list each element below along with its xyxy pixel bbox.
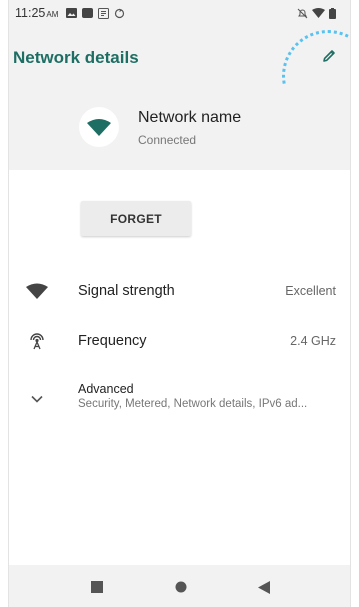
sync-notification-icon — [115, 8, 125, 18]
frequency-label: Frequency — [78, 333, 147, 349]
status-bar: 11:25AM — [9, 0, 350, 26]
pencil-icon — [323, 50, 335, 62]
advanced-label: Advanced — [78, 382, 134, 396]
signal-strength-row: Signal strength Excellent — [9, 271, 350, 311]
recents-button[interactable] — [86, 576, 108, 598]
wifi-status-icon — [312, 8, 325, 18]
network-avatar — [79, 107, 119, 147]
home-button[interactable] — [170, 576, 192, 598]
navigation-bar — [9, 565, 350, 607]
system-icons — [297, 7, 344, 19]
edit-button[interactable] — [311, 38, 347, 74]
device-screen: 11:25AM Network details Network name Con… — [8, 0, 351, 607]
status-ampm: AM — [46, 10, 59, 19]
signal-strength-label: Signal strength — [78, 283, 175, 299]
network-header: Network name Connected — [9, 84, 350, 170]
mute-icon — [297, 8, 308, 18]
frequency-value: 2.4 GHz — [290, 334, 336, 348]
circle-icon — [175, 581, 187, 593]
notification-icons — [66, 7, 125, 19]
frequency-row: Frequency 2.4 GHz — [9, 321, 350, 361]
wifi-icon — [87, 119, 111, 136]
back-triangle-icon — [258, 580, 270, 594]
antenna-icon — [25, 329, 49, 353]
square-icon — [91, 581, 103, 593]
advanced-summary: Security, Metered, Network details, IPv6… — [78, 398, 308, 410]
wifi-signal-icon — [25, 279, 49, 303]
gallery-notification-icon — [66, 8, 78, 18]
network-name: Network name — [138, 109, 242, 126]
status-time: 11:25AM — [15, 6, 59, 20]
advanced-row[interactable]: Advanced Security, Metered, Network deta… — [9, 377, 350, 421]
page-title: Network details — [13, 48, 139, 67]
battery-icon — [329, 7, 336, 19]
network-status: Connected — [138, 133, 197, 147]
document-notification-icon — [98, 7, 110, 19]
signal-strength-value: Excellent — [285, 284, 336, 298]
app-notification-icon — [82, 8, 94, 18]
back-button[interactable] — [253, 576, 275, 598]
forget-button[interactable]: FORGET — [81, 201, 191, 236]
chevron-down-icon — [25, 387, 49, 411]
app-bar: Network details — [9, 26, 350, 122]
